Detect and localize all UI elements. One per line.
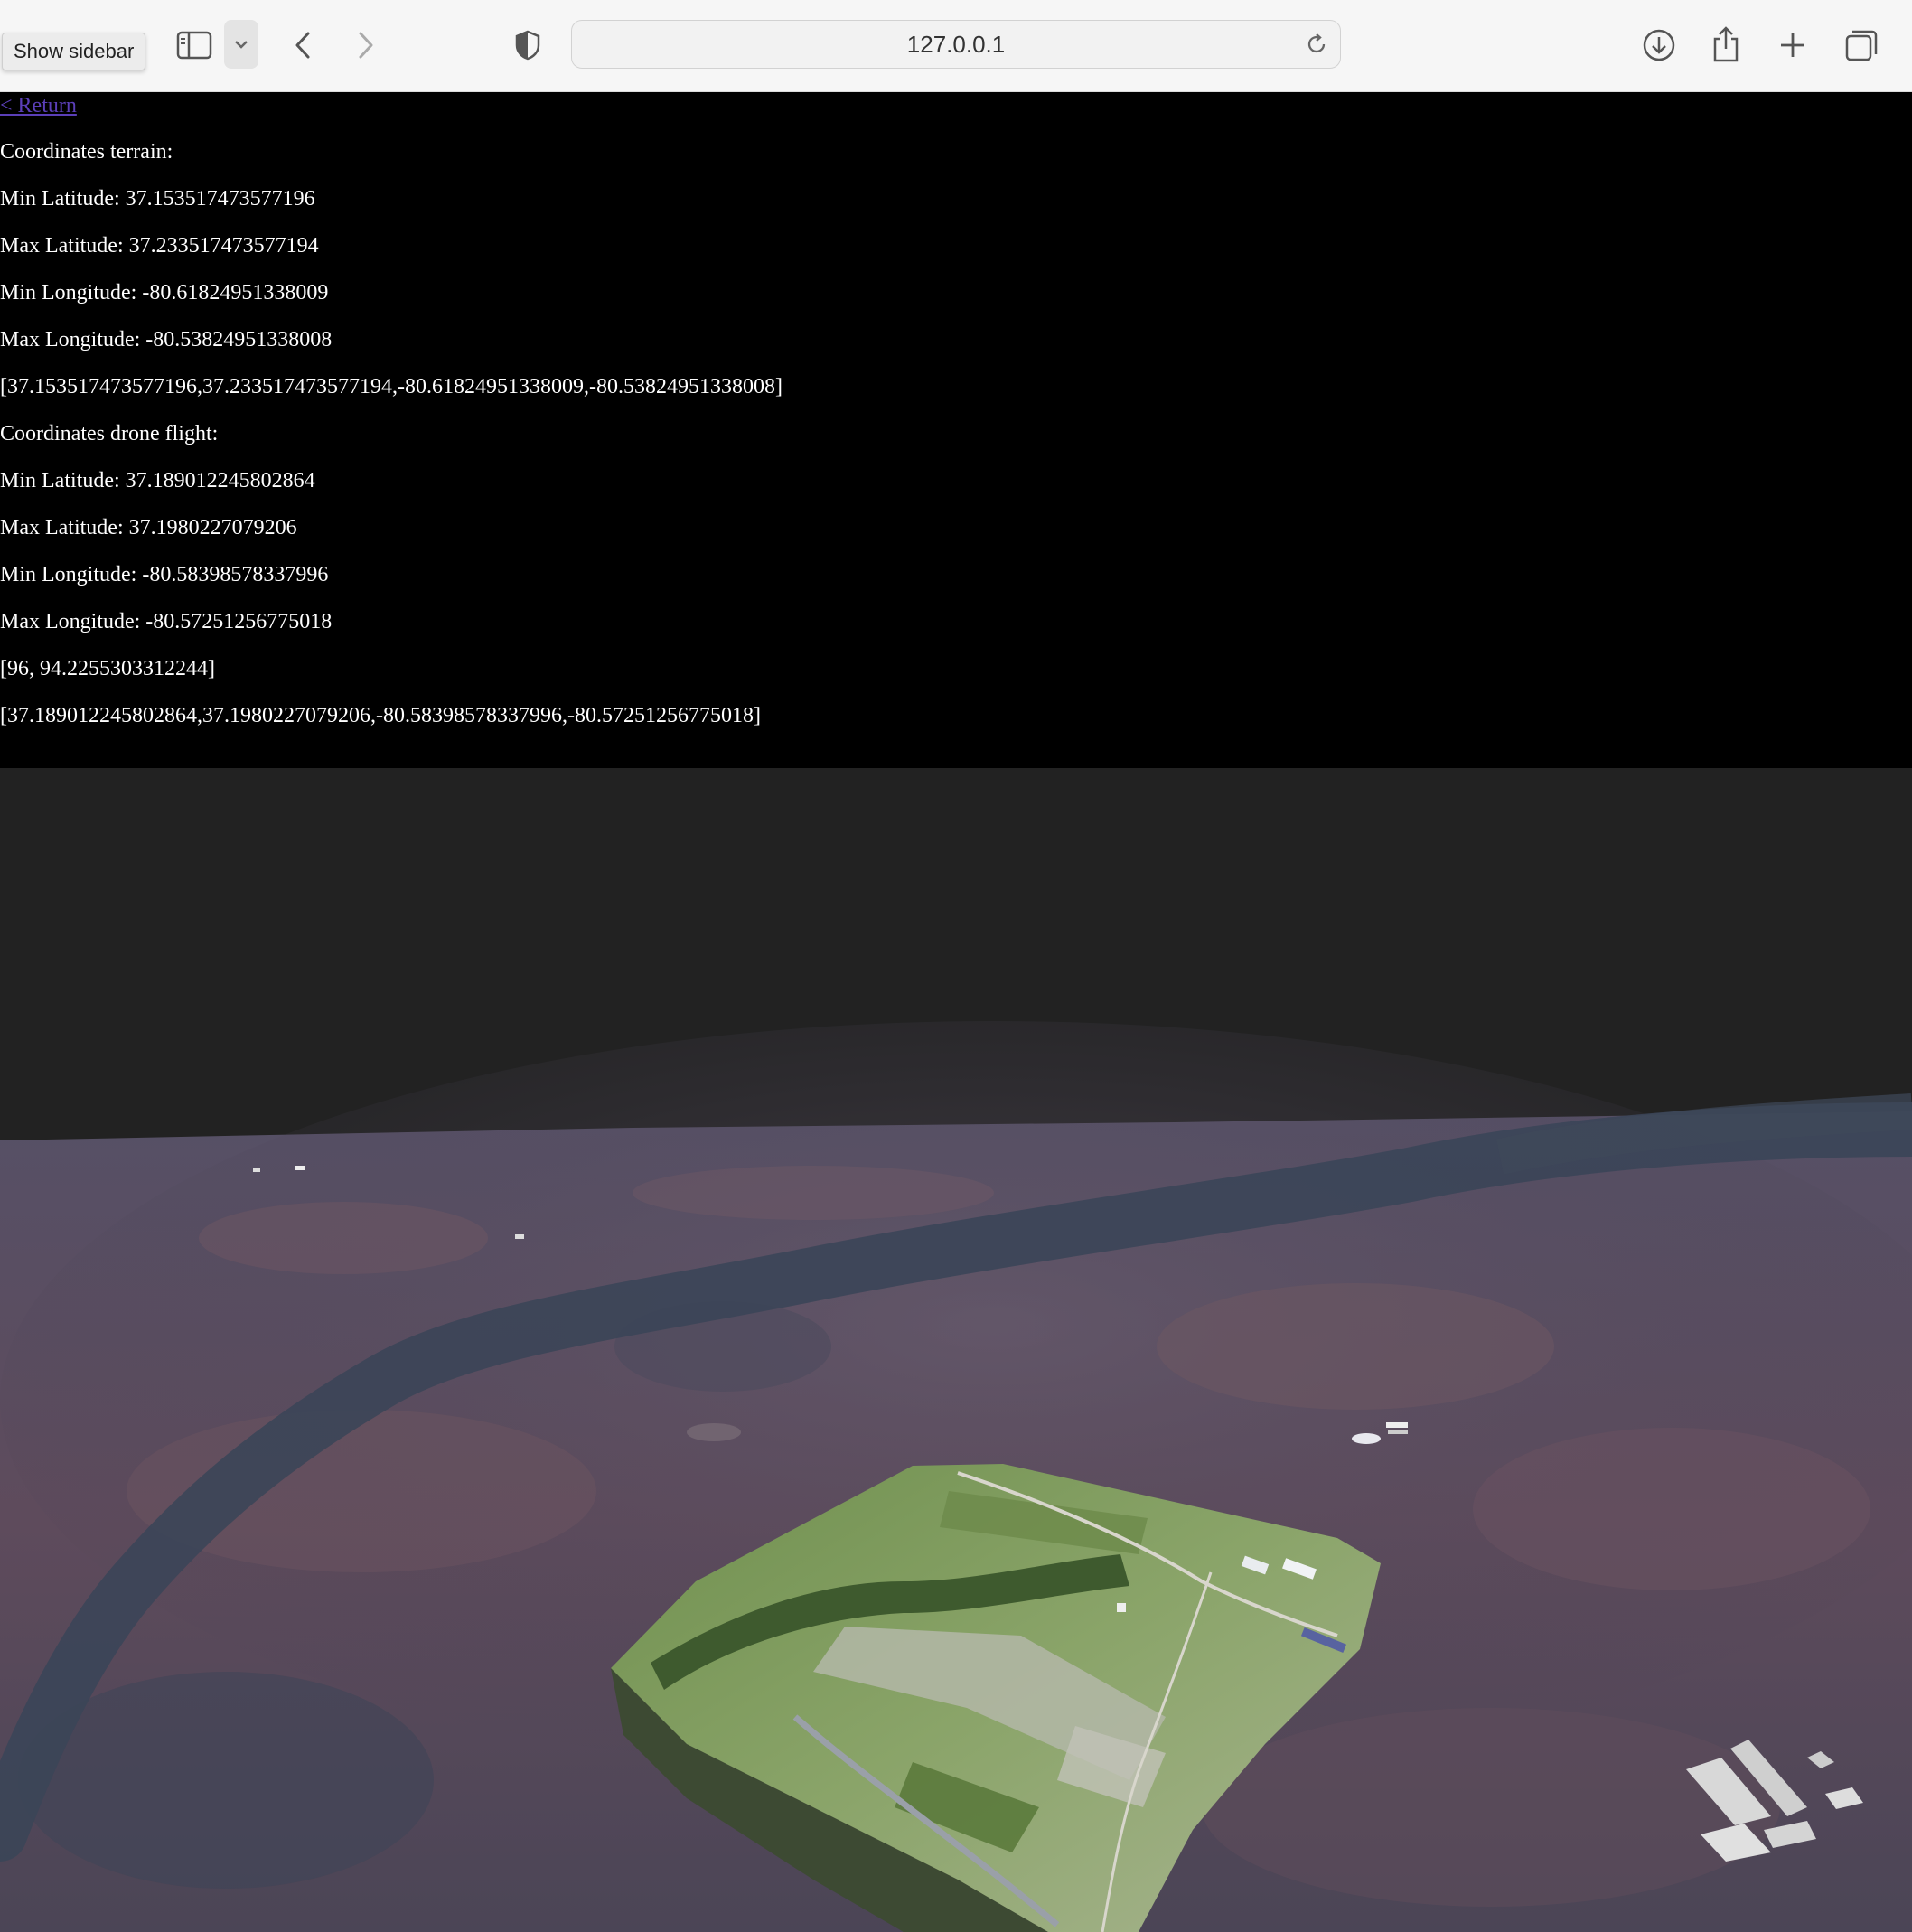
sidebar-tooltip: Show sidebar — [2, 33, 146, 70]
drone-min-longitude: Min Longitude: -80.58398578337996 — [0, 563, 329, 586]
terrain-max-longitude: Max Longitude: -80.53824951338008 — [0, 328, 333, 352]
browser-toolbar: Show sidebar 127.0.0.1 — [0, 0, 1912, 92]
terrain-coordinate-array: [37.153517473577196,37.233517473577194,-… — [0, 375, 783, 399]
tab-overview-icon[interactable] — [1842, 25, 1881, 65]
terrain-heading: Coordinates terrain: — [0, 140, 173, 164]
terrain-min-latitude: Min Latitude: 37.153517473577196 — [0, 187, 315, 211]
terrain-max-latitude: Max Latitude: 37.233517473577194 — [0, 234, 319, 258]
share-icon[interactable] — [1708, 22, 1744, 67]
sidebar-icon[interactable] — [173, 27, 215, 63]
terrain-min-longitude: Min Longitude: -80.61824951338009 — [0, 281, 329, 305]
address-bar[interactable]: 127.0.0.1 — [571, 20, 1341, 69]
drone-heading: Coordinates drone flight: — [0, 422, 219, 445]
download-icon[interactable] — [1639, 25, 1679, 65]
return-link[interactable]: < Return — [0, 94, 77, 117]
drone-max-latitude: Max Latitude: 37.1980227079206 — [0, 516, 297, 539]
drone-max-longitude: Max Longitude: -80.57251256775018 — [0, 610, 333, 633]
forward-icon[interactable] — [351, 25, 381, 65]
page-content: < Return Coordinates terrain: Min Latitu… — [0, 92, 1912, 768]
back-icon[interactable] — [287, 25, 318, 65]
new-tab-icon[interactable] — [1775, 25, 1811, 65]
drone-min-latitude: Min Latitude: 37.189012245802864 — [0, 469, 315, 492]
drone-size-array: [96, 94.2255303312244] — [0, 657, 215, 680]
url-text: 127.0.0.1 — [906, 31, 1006, 58]
chevron-down-icon[interactable] — [224, 20, 258, 69]
reload-icon[interactable] — [1304, 32, 1329, 61]
terrain-3d-viewer[interactable] — [0, 768, 1912, 1932]
shield-icon[interactable] — [511, 25, 544, 65]
drone-coordinate-array: [37.189012245802864,37.1980227079206,-80… — [0, 704, 761, 727]
